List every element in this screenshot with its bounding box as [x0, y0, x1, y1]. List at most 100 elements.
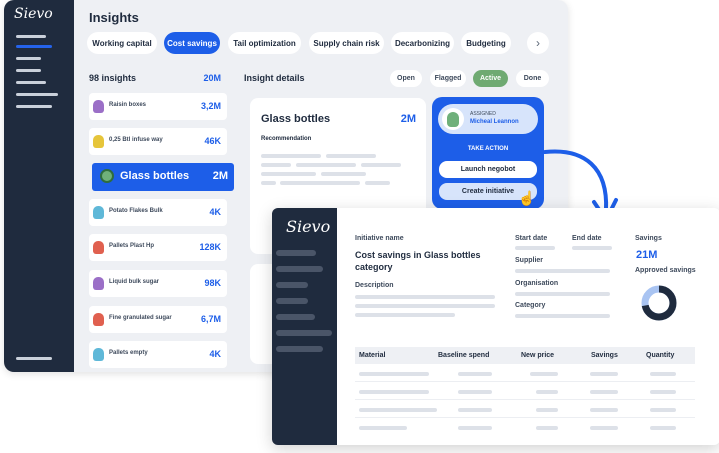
- chip-budgeting[interactable]: Budgeting: [461, 32, 511, 54]
- chip-tail-optimization[interactable]: Tail optimization: [228, 32, 301, 54]
- start-date-label: Start date: [515, 235, 548, 242]
- column-baseline-spend[interactable]: Baseline spend: [438, 352, 489, 359]
- list-item[interactable]: Fine granulated sugar 6,7M: [89, 306, 227, 333]
- assignee-chip: ASSIGNED Micheal Leannon: [438, 104, 538, 134]
- table-cell-placeholder: [590, 426, 618, 430]
- list-item[interactable]: 0,25 Btl infuse way 46K: [89, 128, 227, 155]
- table-cell-placeholder: [650, 426, 676, 430]
- recommendation-label: Recommendation: [261, 136, 312, 142]
- list-item[interactable]: Liquid bulk sugar 98K: [89, 270, 227, 297]
- list-item-value: 98K: [204, 278, 221, 288]
- text-placeholder: [280, 181, 360, 185]
- list-item-name: Glass bottles: [120, 170, 190, 182]
- supplier-field[interactable]: [515, 269, 610, 273]
- chevron-right-icon[interactable]: ›: [527, 32, 549, 54]
- text-placeholder: [261, 181, 276, 185]
- text-placeholder: [261, 154, 321, 158]
- table-cell-placeholder: [650, 372, 676, 376]
- list-item[interactable]: Pallets Plast Hp 128K: [89, 234, 227, 261]
- sidebar-item[interactable]: [16, 81, 46, 84]
- text-placeholder: [261, 172, 316, 176]
- sidebar-item[interactable]: [276, 266, 323, 272]
- list-item-name: Pallets Plast Hp: [109, 243, 155, 249]
- sidebar-item[interactable]: [16, 93, 58, 96]
- list-item-name: Raisin boxes: [109, 102, 147, 108]
- list-item-value: 4K: [209, 207, 221, 217]
- sievo-logo: Sievo: [286, 217, 331, 236]
- sidebar-item[interactable]: [276, 346, 323, 352]
- bottle-icon: [93, 348, 104, 361]
- description-placeholder: [355, 304, 495, 308]
- list-item[interactable]: Raisin boxes 3,2M: [89, 93, 227, 120]
- sidebar-item[interactable]: [276, 282, 308, 288]
- initiative-name-label: Initiative name: [355, 235, 404, 242]
- materials-table-header: Material Baseline spend New price Saving…: [355, 347, 695, 364]
- sidebar-item[interactable]: [276, 250, 316, 256]
- sievo-logo: Sievo: [14, 6, 53, 22]
- column-quantity[interactable]: Quantity: [646, 352, 674, 359]
- sidebar-item[interactable]: [16, 57, 41, 60]
- table-cell-placeholder: [458, 408, 492, 412]
- list-item-value: 128K: [199, 242, 221, 252]
- list-item-selected[interactable]: Glass bottles 2M: [92, 163, 234, 191]
- text-placeholder: [296, 163, 356, 167]
- table-cell-placeholder: [650, 390, 676, 394]
- bottle-icon: [93, 100, 104, 113]
- list-item-name: Fine granulated sugar: [109, 315, 172, 321]
- tab-active[interactable]: Active: [473, 70, 508, 87]
- tab-open[interactable]: Open: [390, 70, 422, 87]
- insight-details-heading: Insight details: [244, 73, 305, 83]
- chip-decarbonizing[interactable]: Decarbonizing: [391, 32, 454, 54]
- table-cell-placeholder: [359, 372, 429, 376]
- globe-icon: [100, 169, 114, 183]
- sidebar-item[interactable]: [276, 330, 332, 336]
- column-material[interactable]: Material: [359, 352, 385, 359]
- take-action-label: TAKE ACTION: [467, 146, 509, 152]
- page-title: Insights: [89, 10, 139, 25]
- sidebar-item-active[interactable]: [16, 45, 52, 48]
- list-item-value: 6,7M: [200, 314, 221, 324]
- tab-flagged[interactable]: Flagged: [430, 70, 466, 87]
- sidebar-item[interactable]: [276, 298, 308, 304]
- list-item[interactable]: Pallets empty 4K: [89, 341, 227, 368]
- list-item[interactable]: Potato Flakes Bulk 4K: [89, 199, 227, 226]
- chip-supply-chain-risk[interactable]: Supply chain risk: [309, 32, 384, 54]
- insight-card-title: Glass bottles: [261, 113, 331, 125]
- row-divider: [355, 399, 695, 400]
- text-placeholder: [361, 163, 401, 167]
- table-cell-placeholder: [536, 390, 558, 394]
- initiative-window: Sievo Initiative name Cost savings in Gl…: [272, 208, 719, 445]
- sidebar-item[interactable]: [16, 105, 52, 108]
- sidebar-item[interactable]: [16, 35, 46, 38]
- list-item-name: Liquid bulk sugar: [109, 279, 160, 285]
- organisation-field[interactable]: [515, 292, 610, 296]
- text-placeholder: [326, 154, 376, 158]
- column-savings[interactable]: Savings: [591, 352, 618, 359]
- bottle-icon: [93, 241, 104, 254]
- bottle-icon: [93, 277, 104, 290]
- chip-working-capital[interactable]: Working capital: [87, 32, 157, 54]
- category-field[interactable]: [515, 314, 610, 318]
- insights-count: 98 insights: [89, 73, 137, 83]
- start-date-field[interactable]: [515, 246, 555, 250]
- approved-savings-donut: [641, 285, 677, 321]
- tab-done[interactable]: Done: [516, 70, 549, 87]
- assignee-name: Micheal Leannon: [470, 119, 519, 125]
- table-cell-placeholder: [458, 372, 492, 376]
- table-cell-placeholder: [536, 408, 558, 412]
- sidebar-footer-item[interactable]: [16, 357, 52, 360]
- insights-total: 20M: [203, 73, 221, 83]
- chip-cost-savings[interactable]: Cost savings: [164, 32, 220, 54]
- end-date-field[interactable]: [572, 246, 612, 250]
- launch-negobot-button[interactable]: Launch negobot: [439, 161, 537, 178]
- list-item-value: 2M: [212, 170, 228, 182]
- sidebar-item[interactable]: [16, 69, 41, 72]
- bottle-icon: [93, 313, 104, 326]
- table-cell-placeholder: [590, 390, 618, 394]
- table-cell-placeholder: [590, 372, 618, 376]
- organisation-label: Organisation: [515, 280, 559, 287]
- sidebar-item[interactable]: [276, 314, 315, 320]
- column-new-price[interactable]: New price: [521, 352, 554, 359]
- table-cell-placeholder: [650, 408, 676, 412]
- table-cell-placeholder: [590, 408, 618, 412]
